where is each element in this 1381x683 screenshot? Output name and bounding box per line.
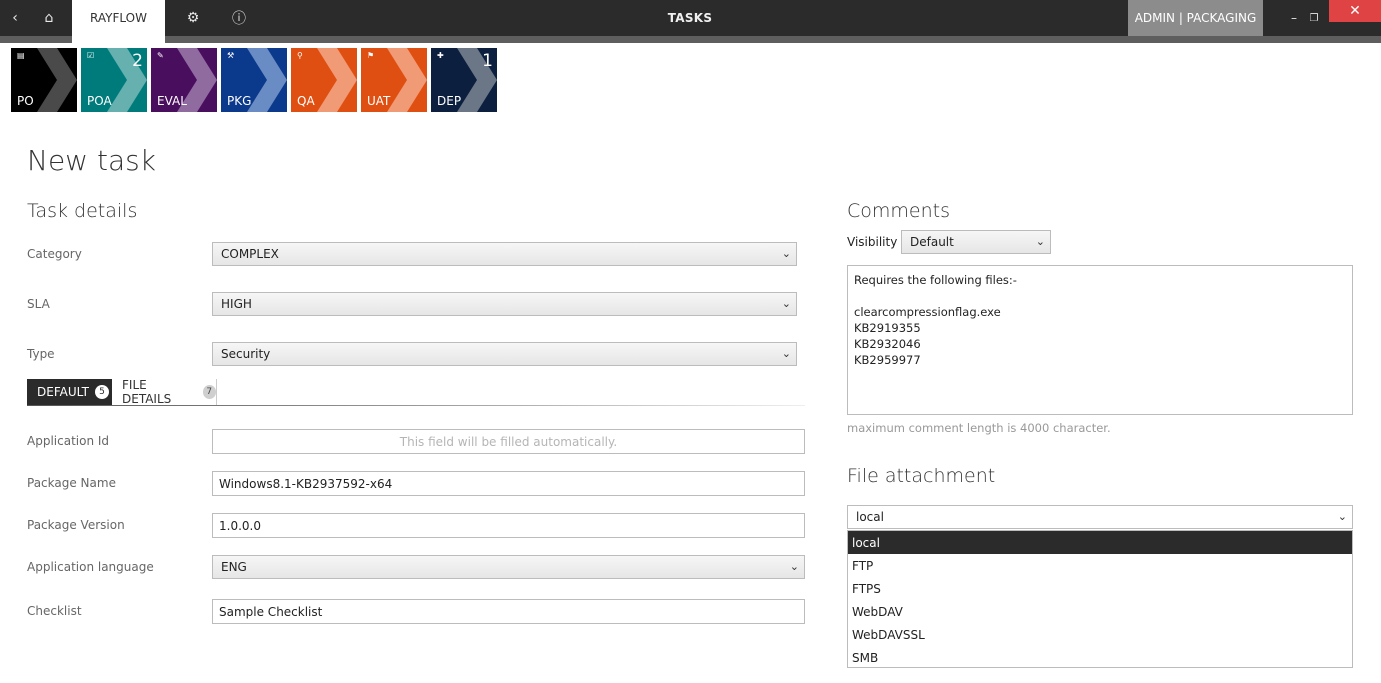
checklist-field[interactable]: Sample Checklist <box>212 599 805 624</box>
tab-file-details[interactable]: FILE DETAILS 7 <box>112 378 217 406</box>
close-icon[interactable]: ✕ <box>1329 0 1381 22</box>
phase-count: 2 <box>132 51 143 71</box>
application-language-value: ENG <box>221 560 247 574</box>
comment-line: Requires the following files:- <box>854 273 1017 287</box>
comment-textarea[interactable]: Requires the following files:- clearcomp… <box>847 265 1353 415</box>
type-label: Type <box>27 347 55 361</box>
phase-label: PKG <box>227 94 252 108</box>
sla-value: HIGH <box>221 297 252 311</box>
category-value: COMPLEX <box>221 247 279 261</box>
gear-icon[interactable]: ⚙ <box>178 0 208 36</box>
phase-tile-po[interactable]: ▤ PO <box>11 48 77 112</box>
application-id-field[interactable]: This field will be filled automatically. <box>212 429 805 454</box>
comment-line: KB2959977 <box>854 353 921 367</box>
sla-label: SLA <box>27 297 50 311</box>
option-local[interactable]: local <box>848 531 1352 554</box>
visibility-label: Visibility <box>847 235 898 249</box>
option-webdav[interactable]: WebDAV <box>848 600 1352 623</box>
type-value: Security <box>221 347 271 361</box>
package-version-field[interactable]: 1.0.0.0 <box>212 513 805 538</box>
phase-label: UAT <box>367 94 391 108</box>
phase-count: 1 <box>482 51 493 71</box>
package-version-label: Package Version <box>27 518 125 532</box>
phase-label: POA <box>87 94 112 108</box>
phase-tile-dep[interactable]: ✚ 1 DEP <box>431 48 497 112</box>
phase-icon: ⚒ <box>227 51 235 60</box>
comment-line: clearcompressionflag.exe <box>854 305 1001 319</box>
phase-tile-qa[interactable]: ⚲ QA <box>291 48 357 112</box>
option-ftps[interactable]: FTPS <box>848 577 1352 600</box>
phase-label: EVAL <box>157 94 187 108</box>
phase-tile-eval[interactable]: ✎ EVAL <box>151 48 217 112</box>
phase-tile-poa[interactable]: ☑ 2 POA <box>81 48 147 112</box>
phase-label: PO <box>17 94 34 108</box>
comment-length-hint: maximum comment length is 4000 character… <box>847 421 1111 435</box>
phase-tile-uat[interactable]: ⚑ UAT <box>361 48 427 112</box>
category-select[interactable]: COMPLEX ⌄ <box>212 242 797 266</box>
maximize-icon[interactable]: ❐ <box>1302 0 1326 36</box>
application-id-label: Application Id <box>27 434 110 448</box>
page-title: New task <box>27 144 156 177</box>
chevron-down-icon: ⌄ <box>781 347 791 360</box>
chevron-down-icon: ⌄ <box>1035 235 1045 248</box>
back-icon[interactable]: ‹ <box>0 0 30 36</box>
home-icon[interactable]: ⌂ <box>30 0 68 36</box>
info-icon[interactable]: ⓘ <box>224 0 254 36</box>
tab-file-details-label: FILE DETAILS <box>122 378 172 406</box>
package-name-field[interactable]: Windows8.1-KB2937592-x64 <box>212 471 805 496</box>
phase-icon: ⚲ <box>297 51 303 60</box>
phase-icon: ⚑ <box>367 51 375 60</box>
window-title: TASKS <box>667 11 713 25</box>
comment-line: KB2932046 <box>854 337 921 351</box>
phase-icon: ✚ <box>437 51 444 60</box>
option-ftp[interactable]: FTP <box>848 554 1352 577</box>
tab-default[interactable]: DEFAULT 5 <box>27 379 112 405</box>
checklist-label: Checklist <box>27 604 82 618</box>
phase-label: QA <box>297 94 315 108</box>
user-role-button[interactable]: ADMIN | PACKAGING <box>1128 0 1263 36</box>
phase-icon: ▤ <box>17 51 25 60</box>
attachment-type-value: local <box>856 510 884 524</box>
option-webdavssl[interactable]: WebDAVSSL <box>848 623 1352 646</box>
attachment-type-options: local FTP FTPS WebDAV WebDAVSSL SMB <box>847 530 1353 668</box>
phase-icon: ✎ <box>157 51 164 60</box>
chevron-down-icon: ⌄ <box>781 297 791 310</box>
sla-select[interactable]: HIGH ⌄ <box>212 292 797 316</box>
category-label: Category <box>27 247 82 261</box>
chevron-down-icon: ⌄ <box>789 560 799 573</box>
application-language-select[interactable]: ENG ⌄ <box>212 555 805 579</box>
visibility-value: Default <box>910 235 954 249</box>
phase-icon: ☑ <box>87 51 95 60</box>
comment-line <box>854 288 1346 304</box>
chevron-down-icon: ⌄ <box>1337 510 1347 523</box>
task-details-heading: Task details <box>27 200 138 222</box>
file-attachment-heading: File attachment <box>847 465 996 487</box>
comment-line: KB2919355 <box>854 321 921 335</box>
type-select[interactable]: Security ⌄ <box>212 342 797 366</box>
title-bar-strip <box>0 36 1381 43</box>
tab-default-badge: 5 <box>94 385 109 399</box>
application-language-label: Application language <box>27 560 154 574</box>
phase-tile-pkg[interactable]: ⚒ PKG <box>221 48 287 112</box>
phase-label: DEP <box>437 94 462 108</box>
tab-rayflow[interactable]: RAYFLOW <box>72 0 165 43</box>
tabs-divider <box>27 405 805 406</box>
package-name-label: Package Name <box>27 476 116 490</box>
comments-heading: Comments <box>847 200 950 222</box>
chevron-down-icon: ⌄ <box>781 247 791 260</box>
tab-file-details-badge: 7 <box>202 385 216 399</box>
option-smb[interactable]: SMB <box>848 646 1352 669</box>
attachment-type-select[interactable]: local ⌄ <box>847 505 1353 529</box>
tab-default-label: DEFAULT <box>37 385 89 399</box>
visibility-select[interactable]: Default ⌄ <box>901 230 1051 254</box>
